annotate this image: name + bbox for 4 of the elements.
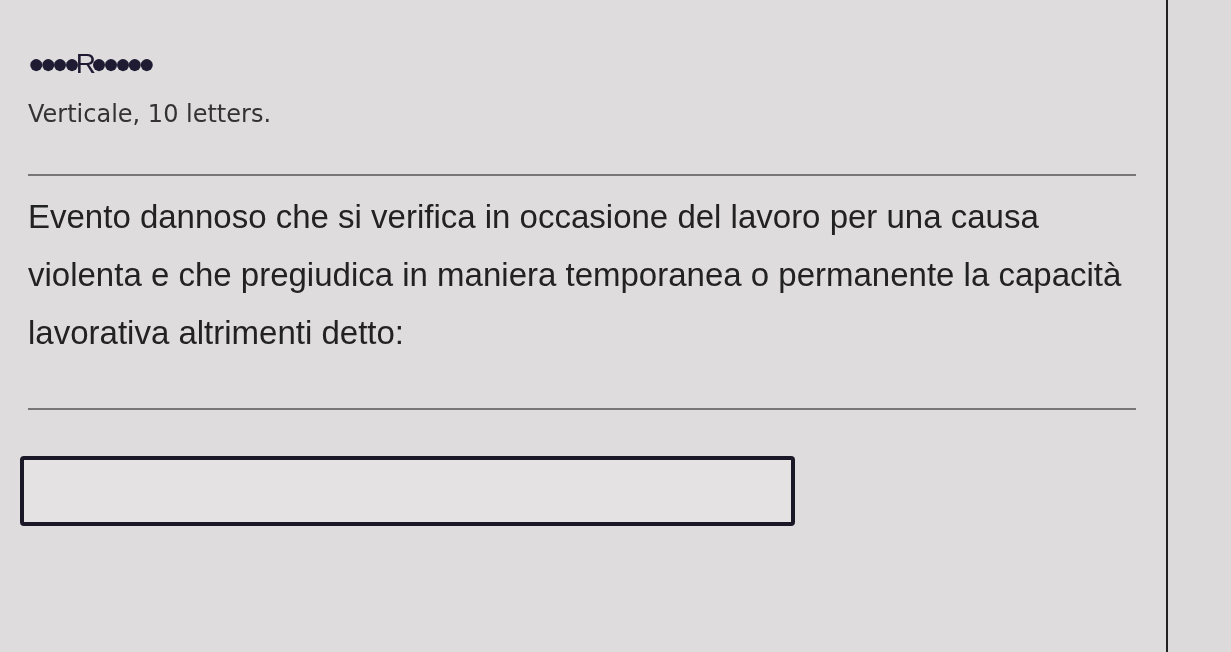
clue-direction: Verticale, 10 letters. bbox=[28, 100, 273, 128]
letter-pattern: ●●●●R●●●●● bbox=[28, 47, 152, 81]
answer-field[interactable] bbox=[20, 456, 795, 526]
clue-text: Evento dannoso che si verifica in occasione del lavoro per una causa violenta e che pregiudica in maniera temporanea o permanente la capacità lavorativa altrimenti detto: bbox=[28, 197, 1123, 353]
